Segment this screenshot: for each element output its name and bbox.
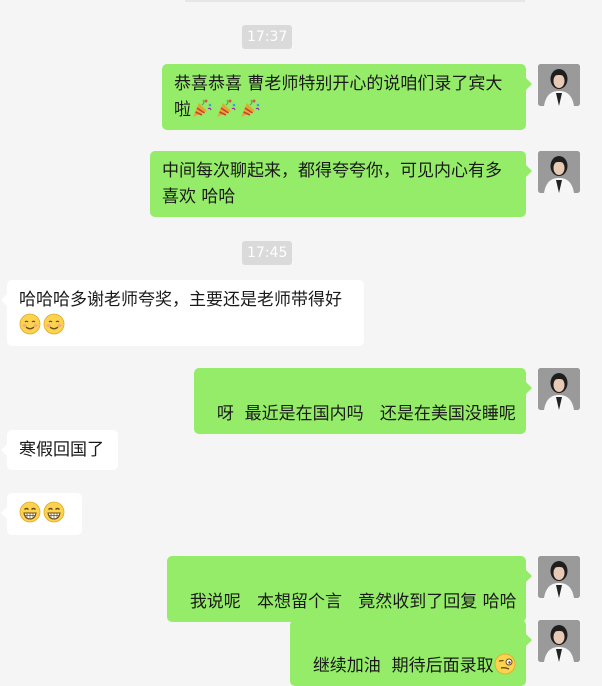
message-bubble[interactable]: 我说呢 本想留个言 竟然收到了回复 哈哈 <box>167 556 532 622</box>
party-popper-icon <box>239 97 261 119</box>
previous-message-remnant <box>185 0 525 2</box>
timestamp: 17:45 <box>242 241 293 265</box>
message-text: 哈哈哈多谢老师夸奖，主要还是老师带得好 <box>19 290 342 310</box>
message-bubble[interactable]: 呀 最近是在国内吗 还是在美国没睡呢 <box>194 368 532 434</box>
avatar-icon <box>538 368 580 410</box>
avatar[interactable] <box>538 620 580 662</box>
grin-icon <box>43 501 65 523</box>
smirk-icon <box>494 653 516 675</box>
message-text: 中间每次聊起来，都得夸夸你，可见内心有多喜欢 哈哈 <box>162 161 502 207</box>
avatar-icon <box>538 64 580 106</box>
avatar-icon <box>538 556 580 598</box>
avatar[interactable] <box>538 368 580 410</box>
avatar-icon <box>538 620 580 662</box>
smile-icon <box>19 313 41 335</box>
message-text: 继续加油 期待后面录取 <box>312 656 494 676</box>
avatar-icon <box>538 151 580 193</box>
message-bubble[interactable]: 继续加油 期待后面录取 <box>290 620 532 686</box>
message-bubble[interactable]: 恭喜恭喜 曹老师特别开心的说咱们录了宾大啦 <box>162 64 532 130</box>
message-text: 寒假回国了 <box>19 440 104 460</box>
message-bubble[interactable] <box>1 493 82 535</box>
party-popper-icon <box>215 97 237 119</box>
message-bubble[interactable]: 中间每次聊起来，都得夸夸你，可见内心有多喜欢 哈哈 <box>150 151 532 217</box>
avatar[interactable] <box>538 151 580 193</box>
message-bubble[interactable]: 哈哈哈多谢老师夸奖，主要还是老师带得好 <box>1 280 364 346</box>
party-popper-icon <box>191 97 213 119</box>
message-text: 我说呢 本想留个言 竟然收到了回复 哈哈 <box>189 592 517 612</box>
message-text: 呀 最近是在国内吗 还是在美国没睡呢 <box>216 404 516 424</box>
grin-icon <box>19 501 41 523</box>
avatar[interactable] <box>538 556 580 598</box>
smile-icon <box>43 313 65 335</box>
message-bubble[interactable]: 寒假回国了 <box>1 430 118 470</box>
timestamp: 17:37 <box>242 25 293 49</box>
avatar[interactable] <box>538 64 580 106</box>
